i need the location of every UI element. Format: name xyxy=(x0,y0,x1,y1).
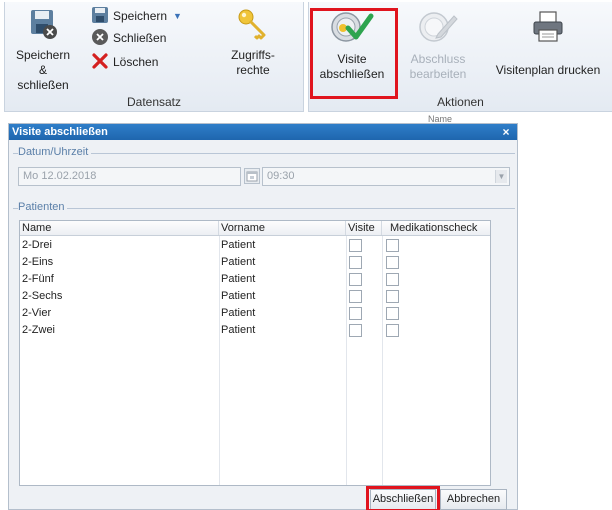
access-rights-label-line1: Zugriffs- xyxy=(231,48,275,62)
table-row[interactable]: 2-Vier Patient xyxy=(20,305,490,322)
patient-vorname-cell: Patient xyxy=(221,307,256,319)
table-row[interactable]: 2-Drei Patient xyxy=(20,237,490,254)
column-header-visite[interactable]: Visite xyxy=(346,221,382,235)
edit-closure-button[interactable]: Abschluss bearbeiten xyxy=(405,10,471,82)
dialog-titlebar: Visite abschließen × xyxy=(9,124,517,140)
medikationscheck-checkbox[interactable] xyxy=(386,239,399,252)
visite-checkbox[interactable] xyxy=(349,256,362,269)
save-dropdown-arrow-icon[interactable]: ▼ xyxy=(173,11,182,21)
calendar-icon xyxy=(246,171,258,182)
medikationscheck-checkbox[interactable] xyxy=(386,273,399,286)
patient-vorname-cell: Patient xyxy=(221,273,256,285)
confirm-button-highlight-box xyxy=(366,486,440,510)
visite-checkbox[interactable] xyxy=(349,273,362,286)
patients-fieldset-line xyxy=(13,208,515,209)
group-label-datensatz: Datensatz xyxy=(126,95,182,109)
column-header-medikationscheck[interactable]: Medikationscheck xyxy=(382,221,490,235)
patient-name-cell: 2-Drei xyxy=(22,239,52,251)
save-close-icon xyxy=(13,8,73,44)
close-record-button[interactable]: Schließen xyxy=(91,28,166,48)
edit-closure-label-line1: Abschluss xyxy=(410,52,466,66)
save-and-close-label-line1: Speichern xyxy=(15,48,71,62)
calendar-button[interactable] xyxy=(244,168,260,184)
ribbon-toolbar: Speichern & schließen Speichern ▼ Schlie… xyxy=(0,0,612,112)
visite-checkbox[interactable] xyxy=(349,307,362,320)
patients-grid: Name Vorname Visite Medikationscheck 2-D… xyxy=(19,220,491,486)
datetime-legend: Datum/Uhrzeit xyxy=(18,146,92,158)
delete-button[interactable]: Löschen xyxy=(91,52,158,72)
table-row[interactable]: 2-Eins Patient xyxy=(20,254,490,271)
delete-label: Löschen xyxy=(113,55,159,69)
time-field[interactable]: 09:30 ▼ xyxy=(262,167,510,186)
save-button[interactable]: Speichern ▼ xyxy=(91,6,182,26)
key-icon xyxy=(223,8,283,44)
table-row[interactable]: 2-Sechs Patient xyxy=(20,288,490,305)
visite-checkbox[interactable] xyxy=(349,239,362,252)
delete-x-icon xyxy=(91,52,109,73)
access-rights-label-line2: rechte xyxy=(236,63,270,77)
ribbon-group-datensatz: Speichern & schließen Speichern ▼ Schlie… xyxy=(4,2,304,112)
patient-name-cell: 2-Vier xyxy=(22,307,52,319)
patient-vorname-cell: Patient xyxy=(221,324,256,336)
patient-vorname-cell: Patient xyxy=(221,256,256,268)
close-visit-dialog: Visite abschließen × Datum/Uhrzeit Mo 12… xyxy=(8,123,518,510)
edit-close-icon xyxy=(405,10,471,48)
patient-vorname-cell: Patient xyxy=(221,290,256,302)
save-disk-icon xyxy=(91,6,109,27)
access-rights-button[interactable]: Zugriffs- rechte xyxy=(223,8,283,78)
dropdown-arrow-icon[interactable]: ▼ xyxy=(495,170,507,183)
visite-checkbox[interactable] xyxy=(349,324,362,337)
save-label: Speichern xyxy=(113,9,168,23)
date-field[interactable]: Mo 12.02.2018 xyxy=(18,167,241,186)
medikationscheck-checkbox[interactable] xyxy=(386,290,399,303)
column-header-vorname[interactable]: Vorname xyxy=(219,221,346,235)
close-visit-highlight-box xyxy=(310,8,398,99)
visite-checkbox[interactable] xyxy=(349,290,362,303)
medikationscheck-checkbox[interactable] xyxy=(386,324,399,337)
edit-closure-label-line2: bearbeiten xyxy=(409,67,467,81)
patient-vorname-cell: Patient xyxy=(221,239,256,251)
medikationscheck-checkbox[interactable] xyxy=(386,256,399,269)
patient-name-cell: 2-Zwei xyxy=(22,324,56,336)
print-visit-plan-label: Visitenplan drucken xyxy=(495,63,601,77)
save-and-close-button[interactable]: Speichern & schließen xyxy=(13,8,73,93)
column-header-name[interactable]: Name xyxy=(20,221,219,235)
dialog-title: Visite abschließen xyxy=(12,126,108,138)
patient-name-cell: 2-Eins xyxy=(22,256,54,268)
table-row[interactable]: 2-Zwei Patient xyxy=(20,322,490,339)
patient-name-cell: 2-Fünf xyxy=(22,273,54,285)
medikationscheck-checkbox[interactable] xyxy=(386,307,399,320)
patients-legend: Patienten xyxy=(18,201,68,213)
cancel-button[interactable]: Abbrechen xyxy=(440,489,507,510)
printer-icon xyxy=(487,10,609,48)
grid-header: Name Vorname Visite Medikationscheck xyxy=(20,221,490,236)
close-record-label: Schließen xyxy=(113,31,167,45)
table-row[interactable]: 2-Fünf Patient xyxy=(20,271,490,288)
dialog-close-icon[interactable]: × xyxy=(500,124,512,140)
save-and-close-label-line2: & schließen xyxy=(17,63,69,92)
time-value: 09:30 xyxy=(267,170,295,182)
patient-name-cell: 2-Sechs xyxy=(22,290,63,302)
close-circle-icon xyxy=(91,28,109,49)
print-visit-plan-button[interactable]: Visitenplan drucken xyxy=(487,10,609,78)
